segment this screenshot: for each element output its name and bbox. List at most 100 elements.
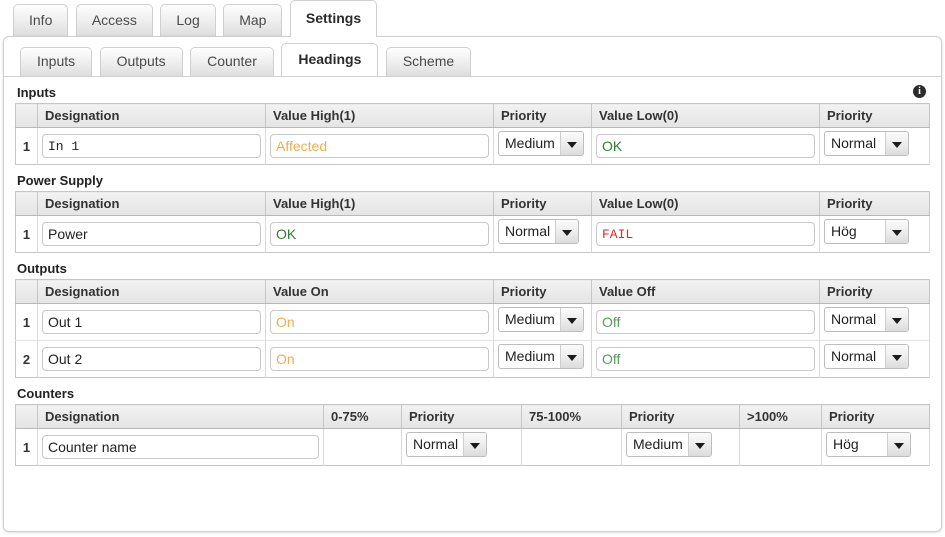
counters-priority-low-select[interactable]: Normal xyxy=(406,432,488,457)
counters-priority-mid-cell: Medium xyxy=(621,428,740,466)
tab-access[interactable]: Access xyxy=(75,4,153,37)
inputs-row-number: 1 xyxy=(15,127,38,165)
outputs-designation-cell xyxy=(37,340,266,378)
ps-value-high-input[interactable] xyxy=(270,222,489,246)
outputs-priority-on-select[interactable]: Medium xyxy=(498,307,584,332)
table-row: 1 Normal Medium xyxy=(15,428,930,466)
power-supply-table: Designation Value High(1) Priority Value… xyxy=(15,191,930,253)
outputs-designation-input[interactable] xyxy=(42,310,261,334)
tab-info-label: Info xyxy=(29,12,53,28)
counters-range-low-cell xyxy=(323,428,402,466)
counters-priority-low-value: Normal xyxy=(413,436,459,452)
tab-info[interactable]: Info xyxy=(13,4,69,37)
chevron-down-icon xyxy=(687,433,711,456)
counters-col-num xyxy=(15,404,38,429)
ps-priority-low-value: Hög xyxy=(831,223,857,239)
counters-row-number: 1 xyxy=(15,428,38,466)
outputs-priority-on-value: Medium xyxy=(505,348,555,364)
inputs-priority-high-value: Medium xyxy=(505,135,555,151)
tab-log-label: Log xyxy=(176,12,200,28)
ps-value-low-input[interactable] xyxy=(596,222,815,246)
inputs-header-row: Designation Value High(1) Priority Value… xyxy=(15,103,930,128)
tab-map[interactable]: Map xyxy=(223,4,283,37)
chevron-down-icon xyxy=(885,132,908,155)
inputs-priority-low-select[interactable]: Normal xyxy=(824,131,909,156)
tab-headings[interactable]: Headings xyxy=(281,43,379,76)
inputs-col-value-high: Value High(1) xyxy=(265,103,494,128)
outputs-designation-input[interactable] xyxy=(42,347,261,371)
settings-panel: Inputs Outputs Counter Headings Scheme I… xyxy=(3,36,942,532)
counters-col-priority-mid: Priority xyxy=(621,404,740,429)
section-power-supply-title-row: Power Supply xyxy=(15,173,930,191)
ps-col-value-low: Value Low(0) xyxy=(591,191,820,216)
outputs-header-row: Designation Value On Priority Value Off … xyxy=(15,279,930,304)
section-power-supply: Power Supply Designation Value High(1) P… xyxy=(15,173,930,253)
ps-value-high-cell xyxy=(265,215,494,253)
inputs-value-high-cell xyxy=(265,127,494,165)
ps-priority-low-select[interactable]: Hög xyxy=(824,219,909,244)
counters-col-range-low: 0-75% xyxy=(323,404,402,429)
inputs-col-priority-high: Priority xyxy=(493,103,592,128)
outputs-priority-off-value: Normal xyxy=(831,348,877,364)
tab-access-label: Access xyxy=(91,12,137,28)
inputs-designation-input[interactable] xyxy=(42,134,261,158)
outputs-col-value-on: Value On xyxy=(265,279,494,304)
ps-value-low-cell xyxy=(591,215,820,253)
inputs-priority-high-select[interactable]: Medium xyxy=(498,131,584,156)
tab-headings-label: Headings xyxy=(298,51,362,67)
outputs-value-on-input[interactable] xyxy=(270,347,489,371)
ps-row-number: 1 xyxy=(15,215,38,253)
chevron-down-icon xyxy=(463,433,487,456)
tab-outputs[interactable]: Outputs xyxy=(99,47,183,76)
inputs-priority-low-value: Normal xyxy=(831,135,877,151)
outputs-value-on-cell xyxy=(265,303,494,341)
ps-designation-input[interactable] xyxy=(42,222,261,246)
tab-settings[interactable]: Settings xyxy=(289,0,378,37)
outputs-value-off-cell xyxy=(591,303,820,341)
section-inputs-title: Inputs xyxy=(17,85,56,100)
inputs-designation-cell xyxy=(37,127,266,165)
inputs-value-low-input[interactable] xyxy=(596,134,815,158)
tab-scheme[interactable]: Scheme xyxy=(385,47,472,76)
chevron-down-icon xyxy=(555,220,579,243)
section-outputs-title-row: Outputs xyxy=(15,261,930,279)
counters-range-mid-cell xyxy=(521,428,622,466)
inputs-value-low-cell xyxy=(591,127,820,165)
section-power-supply-title: Power Supply xyxy=(17,173,103,188)
outputs-value-off-cell xyxy=(591,340,820,378)
tab-inputs[interactable]: Inputs xyxy=(20,47,93,76)
counters-header-row: Designation 0-75% Priority 75-100% Prior… xyxy=(15,404,930,429)
ps-priority-high-select[interactable]: Normal xyxy=(498,219,580,244)
inputs-col-value-low: Value Low(0) xyxy=(591,103,820,128)
info-icon[interactable]: i xyxy=(913,85,926,98)
counters-priority-mid-select[interactable]: Medium xyxy=(626,432,712,457)
section-inputs-title-row: Inputs i xyxy=(15,85,930,103)
tab-log[interactable]: Log xyxy=(160,4,216,37)
outputs-row-number: 1 xyxy=(15,303,38,341)
inputs-priority-high-cell: Medium xyxy=(493,127,592,165)
outputs-priority-on-select[interactable]: Medium xyxy=(498,344,584,369)
counters-col-priority-low: Priority xyxy=(401,404,522,429)
outputs-priority-off-select[interactable]: Normal xyxy=(824,344,909,369)
section-inputs: Inputs i Designation Value High(1) Prior… xyxy=(15,85,930,165)
power-supply-header-row: Designation Value High(1) Priority Value… xyxy=(15,191,930,216)
inputs-value-high-input[interactable] xyxy=(270,134,489,158)
counters-table: Designation 0-75% Priority 75-100% Prior… xyxy=(15,404,930,466)
outputs-priority-off-cell: Normal xyxy=(819,303,930,341)
inputs-priority-low-cell: Normal xyxy=(819,127,930,165)
counters-col-priority-high: Priority xyxy=(821,404,930,429)
counters-col-range-mid: 75-100% xyxy=(521,404,622,429)
outputs-value-off-input[interactable] xyxy=(596,347,815,371)
tab-counter-label: Counter xyxy=(207,53,257,69)
chevron-down-icon xyxy=(885,220,908,243)
chevron-down-icon xyxy=(559,345,583,368)
counters-designation-input[interactable] xyxy=(42,435,319,459)
outputs-value-off-input[interactable] xyxy=(596,310,815,334)
outputs-col-num xyxy=(15,279,38,304)
outputs-priority-off-select[interactable]: Normal xyxy=(824,307,909,332)
ps-priority-low-cell: Hög xyxy=(819,215,930,253)
outputs-value-on-input[interactable] xyxy=(270,310,489,334)
tab-counter[interactable]: Counter xyxy=(190,47,274,76)
ps-col-priority-high: Priority xyxy=(493,191,592,216)
counters-priority-high-select[interactable]: Hög xyxy=(826,432,911,457)
